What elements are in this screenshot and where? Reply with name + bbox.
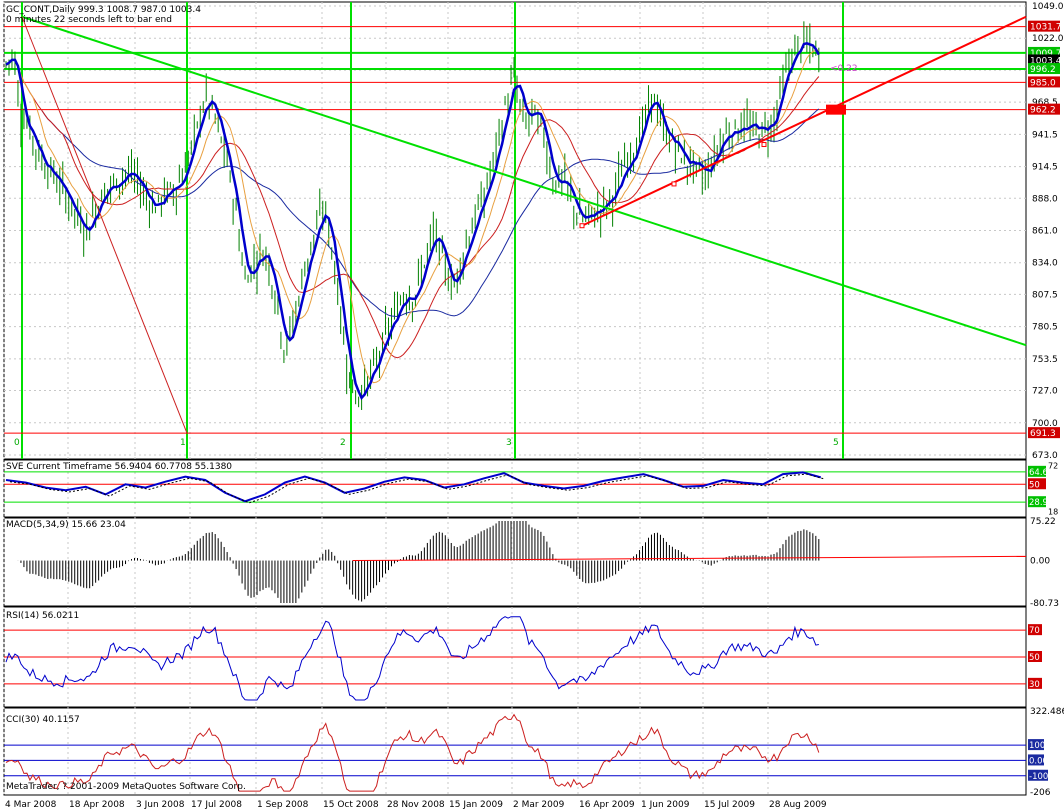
x-tick-label: 28 Aug 2009 bbox=[769, 800, 827, 810]
x-tick-label: 2 Mar 2009 bbox=[513, 800, 565, 810]
macd-title: MACD(5,34,9) 15.66 23.04 bbox=[6, 520, 126, 530]
y-tick-label: 727.0 bbox=[1032, 387, 1058, 397]
sve-label: 50 bbox=[1029, 480, 1040, 490]
x-tick-label: 15 Jan 2009 bbox=[449, 800, 503, 810]
y-tick-label: 914.5 bbox=[1032, 163, 1058, 173]
price-label: 1031.7 bbox=[1030, 23, 1062, 33]
x-tick-label: 18 Apr 2008 bbox=[69, 800, 125, 810]
pane-2 bbox=[3, 517, 1027, 607]
y-tick-label: 834.0 bbox=[1032, 259, 1058, 269]
sve-label: 64.6 bbox=[1029, 468, 1048, 478]
y-tick-label: 780.5 bbox=[1032, 323, 1058, 333]
trend-anchor bbox=[671, 181, 677, 187]
x-tick-label: 15 Oct 2008 bbox=[323, 800, 379, 810]
x-tick-label: 4 Mar 2008 bbox=[5, 800, 57, 810]
wave-label: 0 bbox=[14, 438, 20, 448]
cci-label: 0.00 bbox=[1029, 756, 1048, 766]
price-label: 691.3 bbox=[1030, 429, 1056, 439]
sve-side-value: 72 bbox=[1048, 462, 1058, 471]
wave-label: 5 bbox=[833, 438, 839, 448]
price-label: 962.2 bbox=[1030, 106, 1056, 116]
x-tick-label: 1 Sep 2008 bbox=[257, 800, 309, 810]
cci-label: 322.486 bbox=[1030, 707, 1064, 717]
cci-label: -100 bbox=[1029, 772, 1048, 782]
sve-label: 28.9 bbox=[1029, 498, 1048, 508]
wave-label: 3 bbox=[506, 438, 512, 448]
x-tick-label: 15 Jul 2009 bbox=[704, 800, 755, 810]
macd-label: 0.00 bbox=[1030, 557, 1050, 567]
wave-annotation: <0.22 bbox=[830, 64, 858, 74]
y-tick-label: 861.0 bbox=[1032, 227, 1058, 237]
macd-label: 75.22 bbox=[1030, 517, 1056, 527]
trend-anchor bbox=[761, 142, 767, 148]
wave-label: 1 bbox=[180, 438, 186, 448]
trend-anchor bbox=[579, 223, 585, 229]
timer-header: 0 minutes 22 seconds left to bar end bbox=[6, 15, 172, 25]
chart-window: 01235 1049.01022.0995.3968.5941.5914.588… bbox=[0, 0, 1064, 812]
x-tick-label: 17 Jul 2008 bbox=[191, 800, 242, 810]
y-tick-label: 753.5 bbox=[1032, 355, 1058, 365]
y-tick-label: 807.5 bbox=[1032, 290, 1058, 300]
y-tick-label: 888.0 bbox=[1032, 194, 1058, 204]
x-tick-label: 1 Jun 2009 bbox=[641, 800, 690, 810]
x-tick-label: 28 Nov 2008 bbox=[387, 800, 445, 810]
price-label: 996.2 bbox=[1030, 65, 1056, 75]
rsi-label: 50 bbox=[1029, 653, 1040, 663]
y-tick-label: 1022.0 bbox=[1032, 34, 1064, 44]
symbol-header: GC_CONT,Daily 999.3 1008.7 987.0 1003.4 bbox=[6, 5, 201, 15]
y-tick-label: 1049.0 bbox=[1032, 2, 1064, 12]
x-tick-label: 3 Jun 2008 bbox=[136, 800, 185, 810]
sve-title: SVE Current Timeframe 56.9404 60.7708 55… bbox=[6, 462, 232, 472]
y-tick-label: 941.5 bbox=[1032, 130, 1058, 140]
cci-title: CCI(30) 40.1157 bbox=[6, 715, 80, 725]
y-tick-label: 673.0 bbox=[1032, 451, 1058, 461]
x-tick-label: 16 Apr 2009 bbox=[579, 800, 635, 810]
cci-label: -206 bbox=[1030, 788, 1051, 798]
wave-label: 2 bbox=[340, 438, 346, 448]
cci-label: 100 bbox=[1029, 741, 1045, 751]
price-label: 985.0 bbox=[1030, 78, 1056, 88]
rsi-title: RSI(14) 56.0211 bbox=[6, 611, 79, 621]
macd-label: -80.73 bbox=[1030, 599, 1059, 609]
copyright-text: MetaTrader, ? 2001-2009 MetaQuotes Softw… bbox=[6, 782, 246, 792]
target-marker bbox=[826, 104, 846, 115]
rsi-label: 30 bbox=[1029, 680, 1040, 690]
sve-side-value: 18 bbox=[1048, 507, 1058, 516]
rsi-label: 70 bbox=[1029, 626, 1040, 636]
